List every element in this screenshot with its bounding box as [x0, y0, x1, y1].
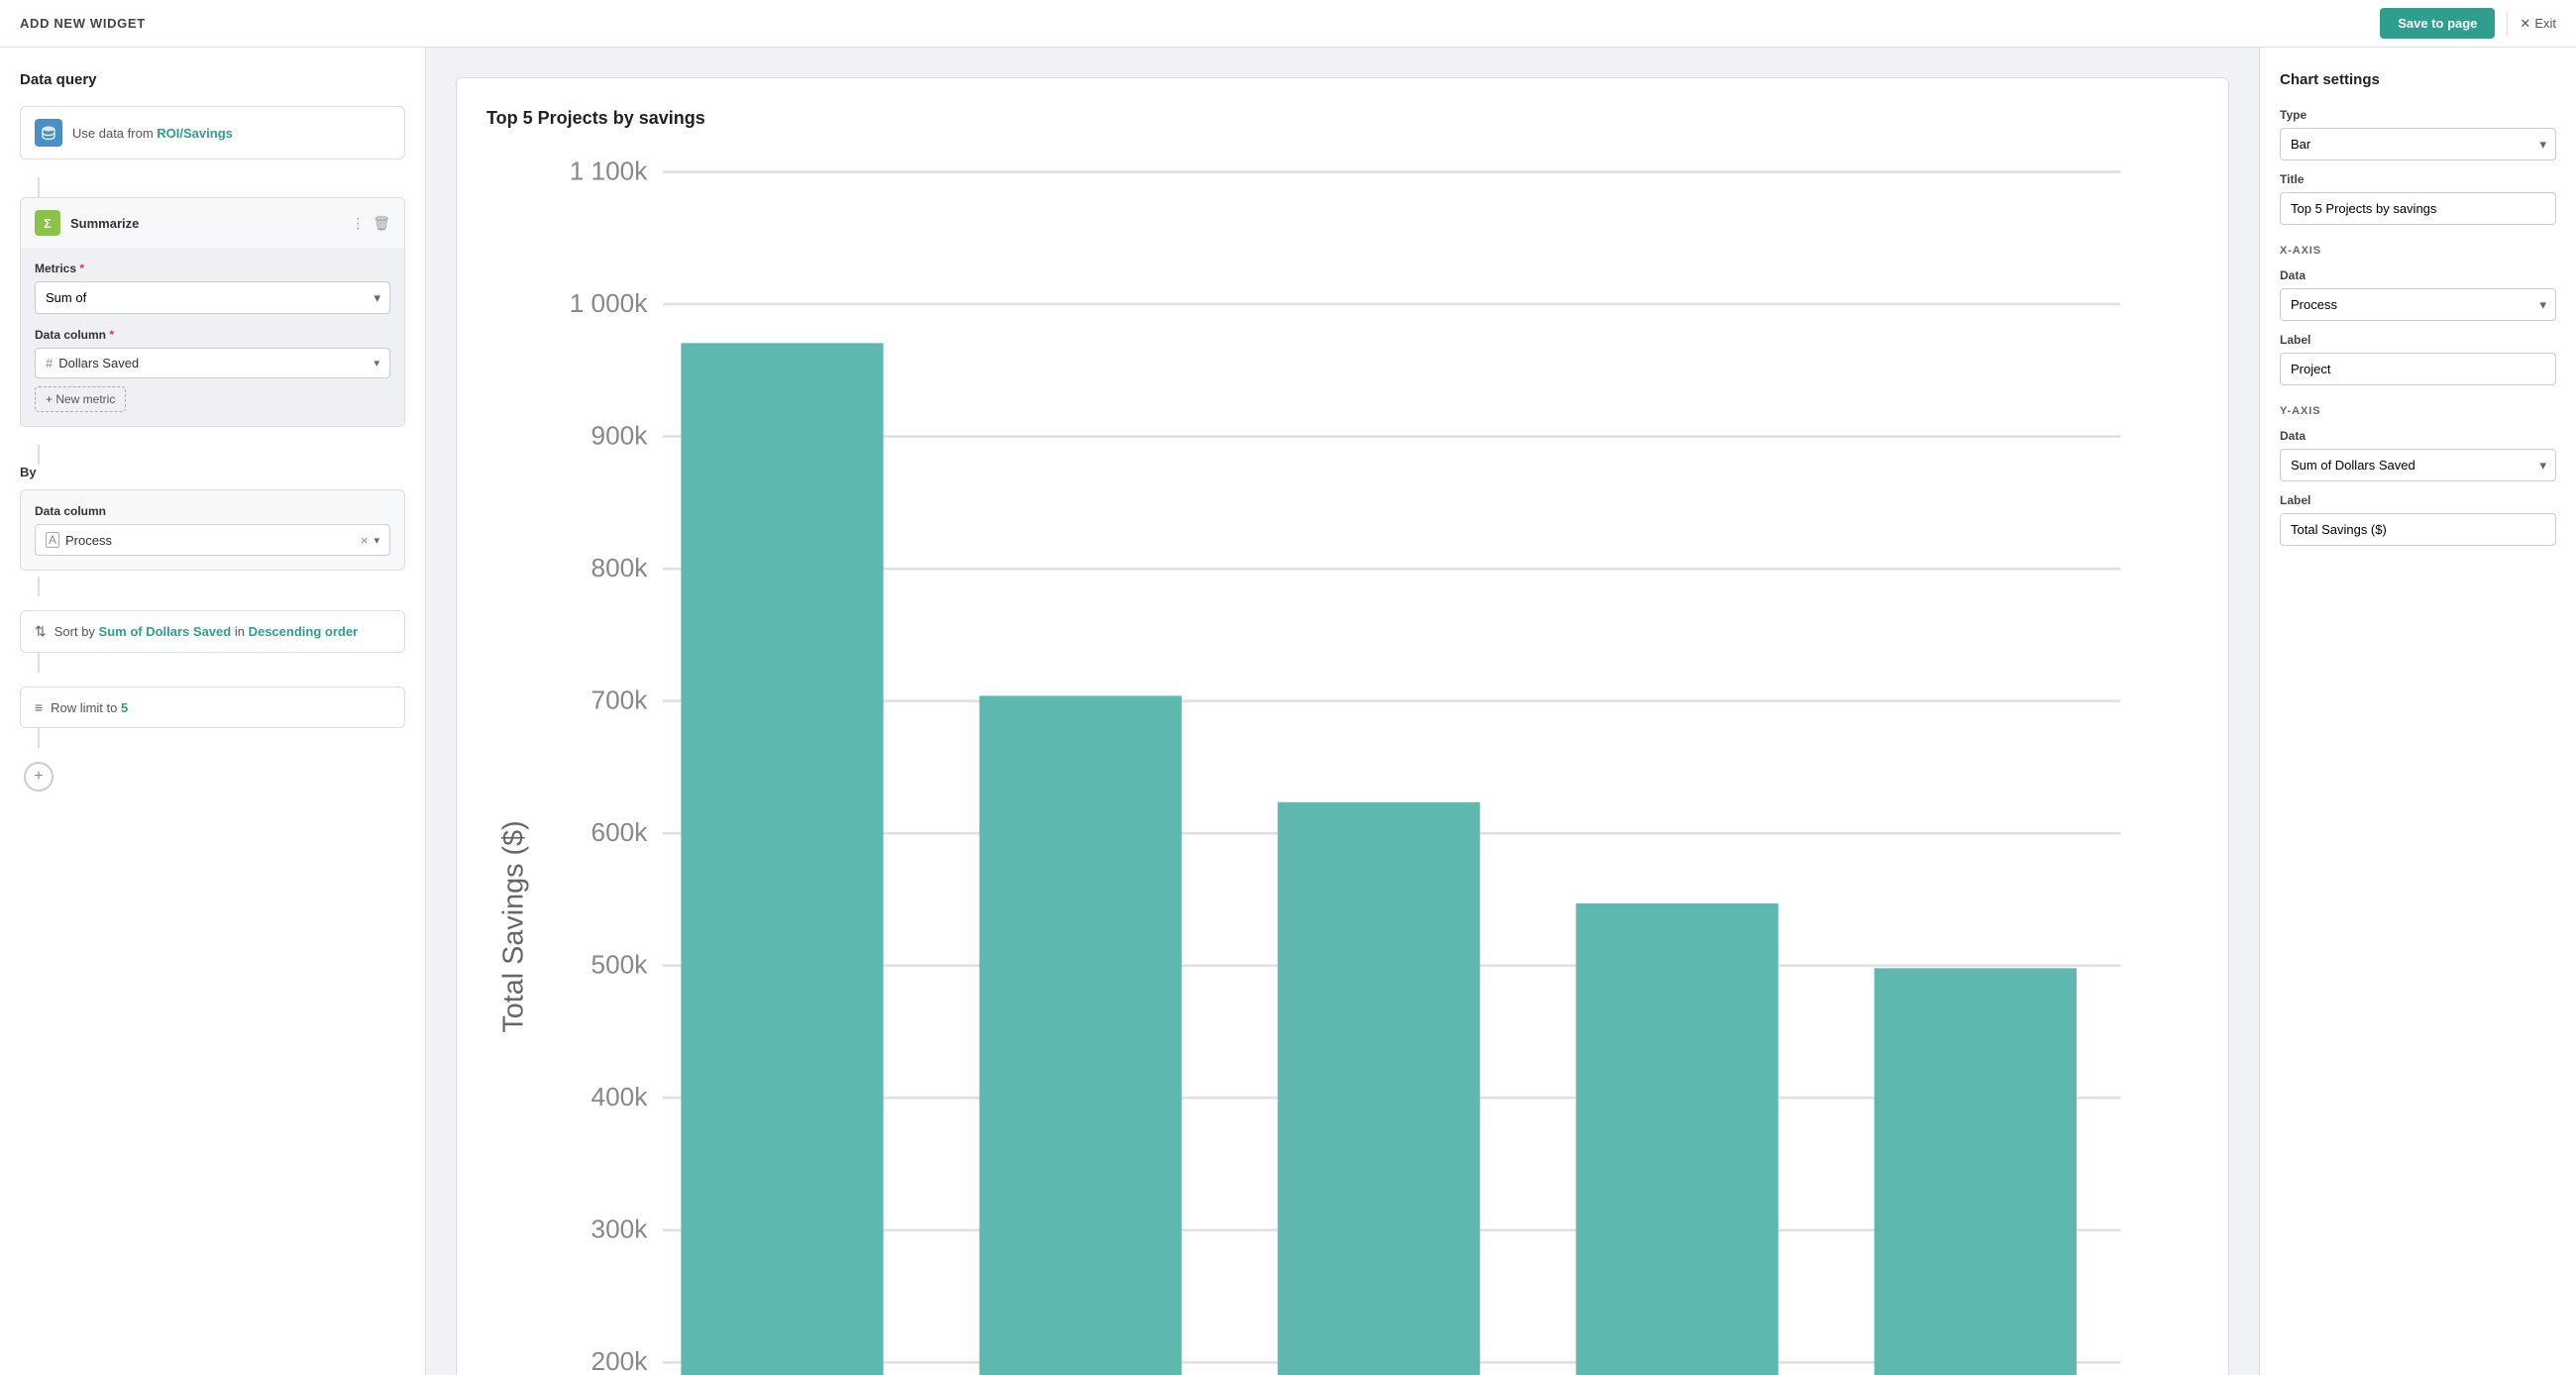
by-data-column-label: Data column — [35, 504, 390, 518]
sort-box: ⇅ Sort by Sum of Dollars Saved in Descen… — [20, 610, 405, 653]
metrics-label: Metrics * — [35, 262, 390, 275]
top-bar: ADD NEW WIDGET Save to page ✕ Exit — [0, 0, 2576, 48]
y-label-label: Label — [2280, 493, 2556, 507]
top-bar-actions: Save to page ✕ Exit — [2380, 8, 2556, 39]
right-panel: Chart settings Type Bar Line Pie ▾ Title… — [2259, 48, 2576, 1375]
connector-line-5 — [38, 728, 40, 748]
database-icon — [35, 119, 62, 147]
by-box: Data column A Process × ▾ — [20, 489, 405, 571]
data-column-arrow: ▾ — [374, 357, 379, 370]
metrics-select-wrapper: Sum of Count of Average of Min of Max of… — [35, 281, 390, 314]
summarize-left: Σ Summarize — [35, 210, 139, 236]
type-label: Type — [2280, 108, 2556, 122]
row-limit-box: ≡ Row limit to 5 — [20, 687, 405, 728]
text-icon: A — [46, 532, 59, 548]
connector-line-3 — [38, 577, 40, 596]
bar-3 — [1278, 802, 1480, 1375]
data-column-label: Data column * — [35, 328, 390, 342]
chart-container: Top 5 Projects by savings Total Savings … — [456, 77, 2229, 1375]
svg-text:1 100k: 1 100k — [570, 156, 648, 185]
x-label-label: Label — [2280, 333, 2556, 347]
svg-text:Total Savings ($): Total Savings ($) — [498, 820, 530, 1032]
svg-text:500k: 500k — [591, 950, 649, 980]
process-clear-button[interactable]: × — [361, 533, 369, 548]
sort-field-link[interactable]: Sum of Dollars Saved — [99, 624, 232, 639]
summarize-actions: ⋮ 🗑 — [351, 215, 390, 232]
main-layout: Data query Use data from ROI/Savings Σ S… — [0, 48, 2576, 1375]
row-limit-value[interactable]: 5 — [121, 700, 128, 715]
page-title: ADD NEW WIDGET — [20, 16, 146, 31]
title-input[interactable] — [2280, 192, 2556, 225]
bar-1 — [681, 343, 883, 1375]
sort-order-link[interactable]: Descending order — [249, 624, 359, 639]
roi-savings-link[interactable]: ROI/Savings — [157, 126, 233, 141]
data-source-box: Use data from ROI/Savings — [20, 106, 405, 159]
data-column-value: Dollars Saved — [58, 356, 368, 370]
x-data-label: Data — [2280, 268, 2556, 282]
data-source-label: Use data from ROI/Savings — [72, 126, 233, 141]
y-data-select-wrap: Sum of Dollars Saved ▾ — [2280, 449, 2556, 481]
divider — [2507, 12, 2508, 36]
bar-4 — [1576, 903, 1778, 1375]
y-data-select[interactable]: Sum of Dollars Saved — [2280, 449, 2556, 481]
left-panel: Data query Use data from ROI/Savings Σ S… — [0, 48, 426, 1375]
save-to-page-button[interactable]: Save to page — [2380, 8, 2495, 39]
row-limit-text: Row limit to 5 — [51, 700, 128, 715]
x-data-select-wrap: Process ▾ — [2280, 288, 2556, 321]
chart-settings-title: Chart settings — [2280, 71, 2556, 88]
connector-line-2 — [38, 445, 40, 465]
sort-icon: ⇅ — [35, 623, 47, 640]
summarize-label: Summarize — [70, 216, 139, 231]
chart-svg-wrap: Total Savings ($) — [486, 149, 2199, 1375]
metrics-section: Metrics * Sum of Count of Average of Min… — [21, 248, 404, 426]
bar-2 — [979, 695, 1181, 1375]
x-label-input[interactable] — [2280, 353, 2556, 385]
summarize-icon: Σ — [35, 210, 60, 236]
chart-area: Top 5 Projects by savings Total Savings … — [426, 48, 2259, 1375]
svg-text:700k: 700k — [591, 686, 649, 715]
title-label: Title — [2280, 172, 2556, 186]
connector-line-4 — [38, 653, 40, 673]
x-data-select[interactable]: Process — [2280, 288, 2556, 321]
sort-text: Sort by Sum of Dollars Saved in Descendi… — [54, 624, 358, 639]
svg-text:600k: 600k — [591, 817, 649, 847]
svg-text:1 000k: 1 000k — [570, 288, 648, 318]
summarize-options-button[interactable]: ⋮ — [351, 215, 365, 232]
data-column-select[interactable]: # Dollars Saved ▾ — [35, 348, 390, 378]
process-dropdown-arrow: ▾ — [374, 534, 379, 547]
summarize-delete-button[interactable]: 🗑 — [373, 215, 390, 232]
svg-text:900k: 900k — [591, 420, 649, 450]
chart-title: Top 5 Projects by savings — [486, 108, 2199, 129]
process-select[interactable]: A Process × ▾ — [35, 524, 390, 556]
y-label-input[interactable] — [2280, 513, 2556, 546]
bar-5 — [1875, 968, 2077, 1375]
add-step-button[interactable]: + — [24, 762, 54, 792]
summarize-header: Σ Summarize ⋮ 🗑 — [21, 198, 404, 248]
type-select-wrapper: Bar Line Pie ▾ — [2280, 128, 2556, 160]
y-data-label: Data — [2280, 429, 2556, 443]
new-metric-button[interactable]: + New metric — [35, 386, 126, 412]
metrics-select[interactable]: Sum of Count of Average of Min of Max of — [35, 281, 390, 314]
data-query-title: Data query — [20, 71, 405, 88]
y-axis-section-label: Y-AXIS — [2280, 405, 2556, 417]
by-section: By Data column A Process × ▾ — [20, 445, 405, 571]
connector-line-1 — [38, 177, 40, 197]
hash-icon: # — [46, 356, 53, 370]
type-select[interactable]: Bar Line Pie — [2280, 128, 2556, 160]
svg-text:400k: 400k — [591, 1082, 649, 1111]
svg-text:200k: 200k — [591, 1346, 649, 1375]
process-value: Process — [65, 533, 355, 548]
exit-button[interactable]: ✕ Exit — [2520, 16, 2556, 32]
svg-text:800k: 800k — [591, 553, 649, 582]
by-label: By — [20, 465, 405, 479]
row-limit-icon: ≡ — [35, 699, 43, 715]
svg-text:300k: 300k — [591, 1215, 649, 1244]
summarize-box: Σ Summarize ⋮ 🗑 Metrics * Sum of Count o… — [20, 197, 405, 427]
x-axis-section-label: X-AXIS — [2280, 245, 2556, 257]
close-icon: ✕ — [2520, 16, 2530, 32]
